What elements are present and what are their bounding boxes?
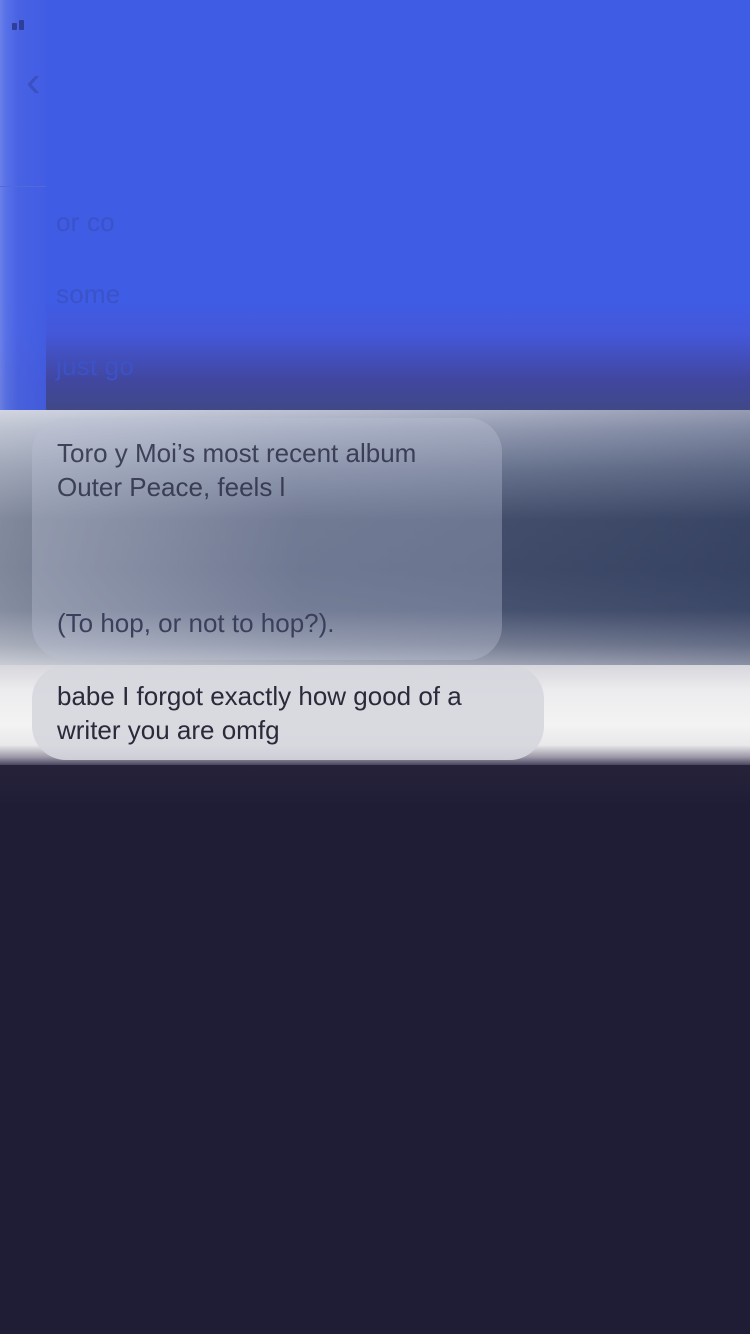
message-bubble-selected[interactable]: babe I forgot exactly how good of a writ…: [32, 665, 544, 760]
message-bubble[interactable]: Toro y Moi’s most recent album Outer Pea…: [32, 418, 502, 660]
blurred-message-line: some: [56, 279, 121, 309]
message-line: Outer Peace, feels l: [57, 472, 286, 502]
blurred-message-line: or co: [56, 207, 115, 237]
screen: ‹ or co some just go Toro y Moi’s most r…: [0, 0, 750, 1334]
header-divider: [0, 186, 46, 187]
message-text: babe I forgot exactly how good of a writ…: [57, 681, 462, 745]
blurred-message-line: just go: [56, 351, 135, 381]
message-line: (To hop, or not to hop?).: [57, 608, 335, 638]
dark-overlay: [0, 765, 750, 1334]
chevron-left-icon[interactable]: ‹: [26, 60, 66, 104]
message-text: Toro y Moi’s most recent album Outer Pea…: [57, 436, 477, 640]
message-line: [57, 504, 477, 538]
message-line: [57, 572, 477, 606]
message-line: Toro y Moi’s most recent album: [57, 438, 417, 468]
message-line: [57, 538, 477, 572]
signal-bars-icon: [12, 18, 30, 30]
